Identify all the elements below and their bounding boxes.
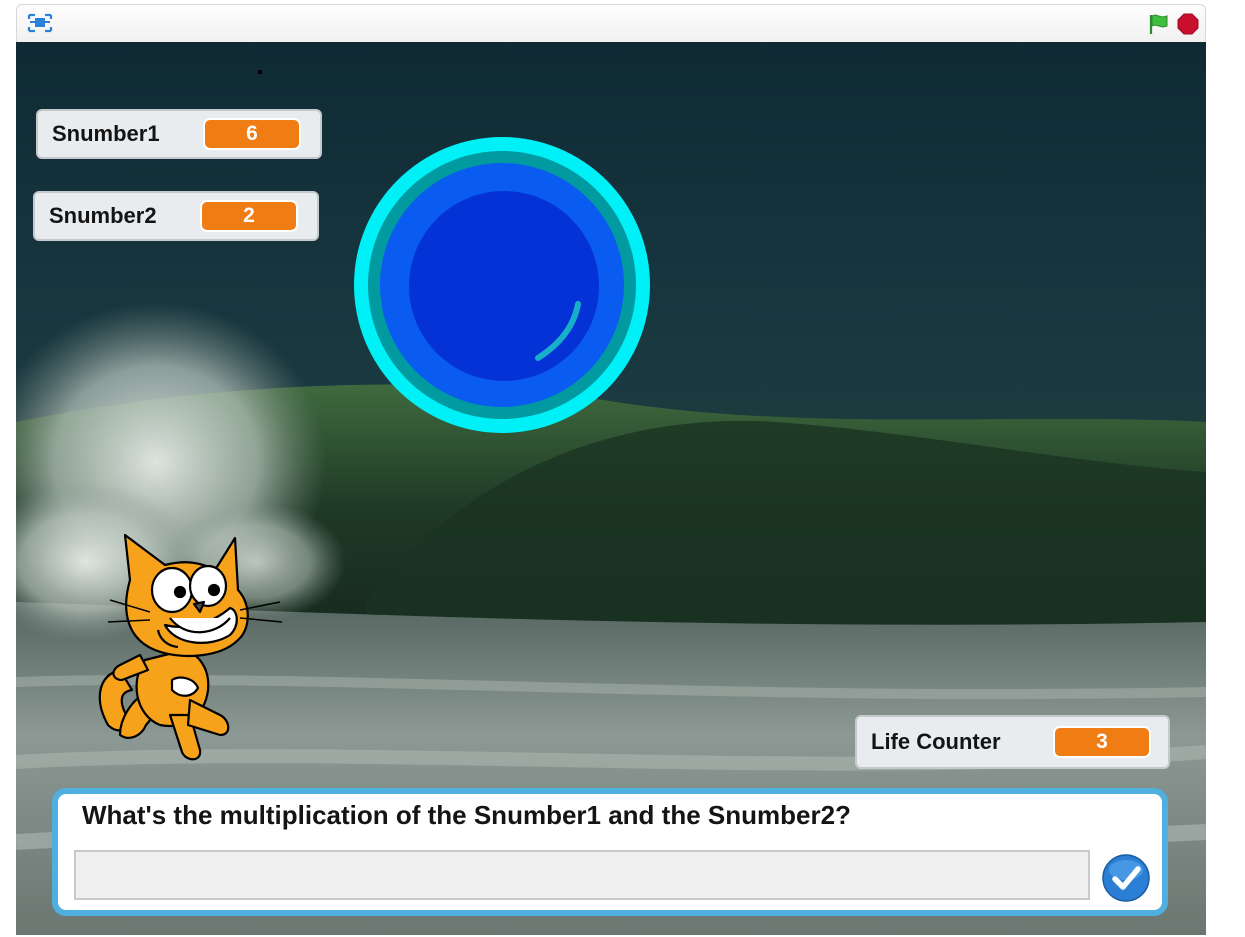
monitor-value: 3 — [1053, 726, 1151, 758]
scratch-cat-sprite[interactable] — [90, 530, 290, 770]
stop-sign-icon[interactable] — [1177, 13, 1199, 35]
variable-monitor-life-counter: Life Counter 3 — [855, 715, 1170, 769]
ask-question-text: What's the multiplication of the Snumber… — [82, 800, 851, 830]
blue-orb-sprite[interactable] — [352, 136, 652, 434]
checkmark-icon[interactable] — [1102, 854, 1150, 902]
answer-input[interactable] — [74, 850, 1090, 900]
monitor-label: Snumber1 — [52, 121, 160, 146]
variable-monitor-snumber1: Snumber1 6 — [36, 109, 322, 159]
stage-header — [16, 4, 1206, 42]
ask-prompt: What's the multiplication of the Snumber… — [52, 788, 1168, 916]
fullscreen-icon[interactable] — [27, 11, 53, 35]
monitor-value: 6 — [203, 118, 301, 150]
monitor-value: 2 — [200, 200, 298, 232]
monitor-label: Snumber2 — [49, 203, 157, 228]
variable-monitor-snumber2: Snumber2 2 — [33, 191, 319, 241]
monitor-label: Life Counter — [871, 729, 1001, 754]
green-flag-icon[interactable] — [1147, 12, 1171, 36]
